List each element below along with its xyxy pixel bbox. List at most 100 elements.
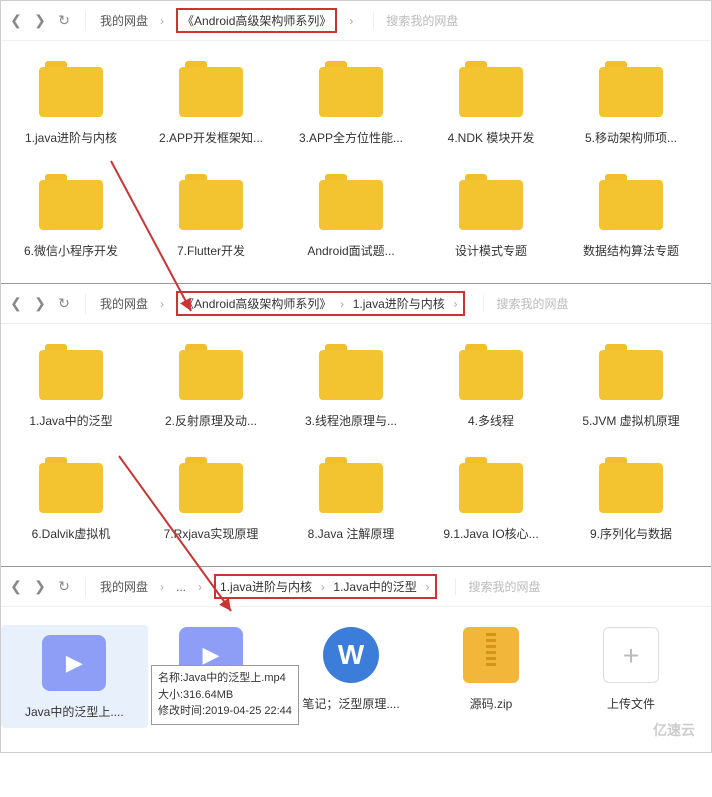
folder-item[interactable]: 3.线程池原理与... bbox=[281, 334, 421, 429]
breadcrumb-folder[interactable]: 1.java进阶与内核 bbox=[353, 297, 445, 311]
search-input[interactable]: 搜索我的网盘 bbox=[483, 295, 568, 312]
file-item-zip[interactable]: 源码.zip bbox=[421, 625, 561, 728]
breadcrumb-home[interactable]: 我的网盘 bbox=[100, 578, 148, 595]
file-tooltip: 名称:Java中的泛型上.mp4 大小:316.64MB 修改时间:2019-0… bbox=[151, 665, 299, 725]
folder-label: 6.Dalvik虚拟机 bbox=[1, 525, 141, 542]
tooltip-mtime: 修改时间:2019-04-25 22:44 bbox=[158, 703, 292, 720]
refresh-icon[interactable]: ↻ bbox=[57, 295, 71, 312]
navbar-3: ❮ ❯ ↻ 我的网盘 › ... › 1.java进阶与内核 › 1.Java中… bbox=[1, 567, 711, 607]
folder-item[interactable]: 9.1.Java IO核心... bbox=[421, 447, 561, 542]
chevron-right-icon: › bbox=[337, 297, 348, 311]
chevron-right-icon: › bbox=[450, 297, 457, 311]
breadcrumb-folder[interactable]: 《Android高级架构师系列》 bbox=[182, 297, 331, 311]
folder-label: Android面试题... bbox=[281, 242, 421, 259]
chevron-right-icon: › bbox=[160, 14, 164, 28]
divider bbox=[85, 11, 86, 31]
forward-icon[interactable]: ❯ bbox=[33, 578, 47, 595]
folder-label: 7.Rxjava实现原理 bbox=[141, 525, 281, 542]
folder-label: 设计模式专题 bbox=[421, 242, 561, 259]
folder-item[interactable]: 设计模式专题 bbox=[421, 164, 561, 259]
tooltip-size: 大小:316.64MB bbox=[158, 687, 292, 704]
folder-item[interactable]: 2.反射原理及动... bbox=[141, 334, 281, 429]
folder-label: 1.java进阶与内核 bbox=[1, 129, 141, 146]
folder-item[interactable]: 5.移动架构师项... bbox=[561, 51, 701, 146]
search-input[interactable]: 搜索我的网盘 bbox=[373, 12, 458, 29]
back-icon[interactable]: ❮ bbox=[9, 295, 23, 312]
search-input[interactable]: 搜索我的网盘 bbox=[455, 578, 540, 595]
folder-label: 9.1.Java IO核心... bbox=[421, 525, 561, 542]
zip-icon bbox=[463, 627, 519, 683]
file-grid-2: 1.Java中的泛型 2.反射原理及动... 3.线程池原理与... 4.多线程… bbox=[1, 324, 711, 566]
chevron-right-icon: › bbox=[198, 580, 202, 594]
divider bbox=[85, 577, 86, 597]
folder-label: 5.JVM 虚拟机原理 bbox=[561, 412, 701, 429]
breadcrumb-ellipsis[interactable]: ... bbox=[176, 580, 186, 594]
refresh-icon[interactable]: ↻ bbox=[57, 578, 71, 595]
folder-item[interactable]: 数据结构算法专题 bbox=[561, 164, 701, 259]
pane-2: ❮ ❯ ↻ 我的网盘 › 《Android高级架构师系列》 › 1.java进阶… bbox=[1, 284, 711, 567]
folder-label: 7.Flutter开发 bbox=[141, 242, 281, 259]
file-grid-1: 1.java进阶与内核 2.APP开发框架知... 3.APP全方位性能... … bbox=[1, 41, 711, 283]
folder-item[interactable]: 5.JVM 虚拟机原理 bbox=[561, 334, 701, 429]
back-icon[interactable]: ❮ bbox=[9, 12, 23, 29]
breadcrumb-path: 《Android高级架构师系列》 › 1.java进阶与内核 › bbox=[176, 291, 465, 316]
folder-item[interactable]: 1.Java中的泛型 bbox=[1, 334, 141, 429]
breadcrumb-folder[interactable]: 1.java进阶与内核 bbox=[220, 580, 312, 594]
folder-item[interactable]: 6.微信小程序开发 bbox=[1, 164, 141, 259]
folder-item[interactable]: 8.Java 注解原理 bbox=[281, 447, 421, 542]
tooltip-name: 名称:Java中的泛型上.mp4 bbox=[158, 670, 292, 687]
watermark: 亿速云 bbox=[653, 720, 695, 740]
folder-label: 2.APP开发框架知... bbox=[141, 129, 281, 146]
word-icon: W bbox=[323, 627, 379, 683]
chevron-right-icon: › bbox=[422, 580, 429, 594]
breadcrumb-home[interactable]: 我的网盘 bbox=[100, 12, 148, 29]
file-label: 源码.zip bbox=[421, 695, 561, 712]
folder-label: 8.Java 注解原理 bbox=[281, 525, 421, 542]
forward-icon[interactable]: ❯ bbox=[33, 12, 47, 29]
upload-button[interactable]: + 上传文件 bbox=[561, 625, 701, 728]
folder-label: 4.多线程 bbox=[421, 412, 561, 429]
folder-label: 5.移动架构师项... bbox=[561, 129, 701, 146]
folder-label: 3.APP全方位性能... bbox=[281, 129, 421, 146]
folder-label: 数据结构算法专题 bbox=[561, 242, 701, 259]
folder-label: 1.Java中的泛型 bbox=[1, 412, 141, 429]
folder-item[interactable]: 9.序列化与数据 bbox=[561, 447, 701, 542]
forward-icon[interactable]: ❯ bbox=[33, 295, 47, 312]
folder-label: 4.NDK 模块开发 bbox=[421, 129, 561, 146]
folder-item[interactable]: 4.多线程 bbox=[421, 334, 561, 429]
breadcrumb-folder[interactable]: 《Android高级架构师系列》 bbox=[176, 8, 337, 33]
folder-item[interactable]: 2.APP开发框架知... bbox=[141, 51, 281, 146]
folder-item[interactable]: 7.Flutter开发 bbox=[141, 164, 281, 259]
folder-item[interactable]: 6.Dalvik虚拟机 bbox=[1, 447, 141, 542]
pane-3: ❮ ❯ ↻ 我的网盘 › ... › 1.java进阶与内核 › 1.Java中… bbox=[1, 567, 711, 752]
chevron-right-icon: › bbox=[160, 297, 164, 311]
divider bbox=[85, 294, 86, 314]
breadcrumb-path: 1.java进阶与内核 › 1.Java中的泛型 › bbox=[214, 574, 437, 599]
folder-label: 2.反射原理及动... bbox=[141, 412, 281, 429]
folder-item[interactable]: Android面试题... bbox=[281, 164, 421, 259]
pane-1: ❮ ❯ ↻ 我的网盘 › 《Android高级架构师系列》 › 搜索我的网盘 1… bbox=[1, 1, 711, 284]
chevron-right-icon: › bbox=[349, 14, 353, 28]
navbar-2: ❮ ❯ ↻ 我的网盘 › 《Android高级架构师系列》 › 1.java进阶… bbox=[1, 284, 711, 324]
breadcrumb-home[interactable]: 我的网盘 bbox=[100, 295, 148, 312]
folder-item[interactable]: 1.java进阶与内核 bbox=[1, 51, 141, 146]
folder-item[interactable]: 7.Rxjava实现原理 bbox=[141, 447, 281, 542]
folder-item[interactable]: 4.NDK 模块开发 bbox=[421, 51, 561, 146]
plus-icon: + bbox=[603, 627, 659, 683]
breadcrumb-folder[interactable]: 1.Java中的泛型 bbox=[333, 580, 416, 594]
folder-label: 3.线程池原理与... bbox=[281, 412, 421, 429]
file-label: 笔记；泛型原理.... bbox=[281, 695, 421, 712]
video-icon: ▶ bbox=[42, 635, 106, 691]
upload-label: 上传文件 bbox=[561, 695, 701, 712]
refresh-icon[interactable]: ↻ bbox=[57, 12, 71, 29]
file-grid-3: ▶ Java中的泛型上.... ▶ W 笔记；泛型原理.... 源码.zip +… bbox=[1, 607, 711, 752]
file-item-doc[interactable]: W 笔记；泛型原理.... bbox=[281, 625, 421, 728]
folder-item[interactable]: 3.APP全方位性能... bbox=[281, 51, 421, 146]
folder-label: 6.微信小程序开发 bbox=[1, 242, 141, 259]
file-item-video[interactable]: ▶ Java中的泛型上.... bbox=[1, 625, 141, 728]
folder-label: 9.序列化与数据 bbox=[561, 525, 701, 542]
navbar-1: ❮ ❯ ↻ 我的网盘 › 《Android高级架构师系列》 › 搜索我的网盘 bbox=[1, 1, 711, 41]
back-icon[interactable]: ❮ bbox=[9, 578, 23, 595]
file-label: Java中的泛型上.... bbox=[19, 703, 130, 720]
chevron-right-icon: › bbox=[317, 580, 328, 594]
